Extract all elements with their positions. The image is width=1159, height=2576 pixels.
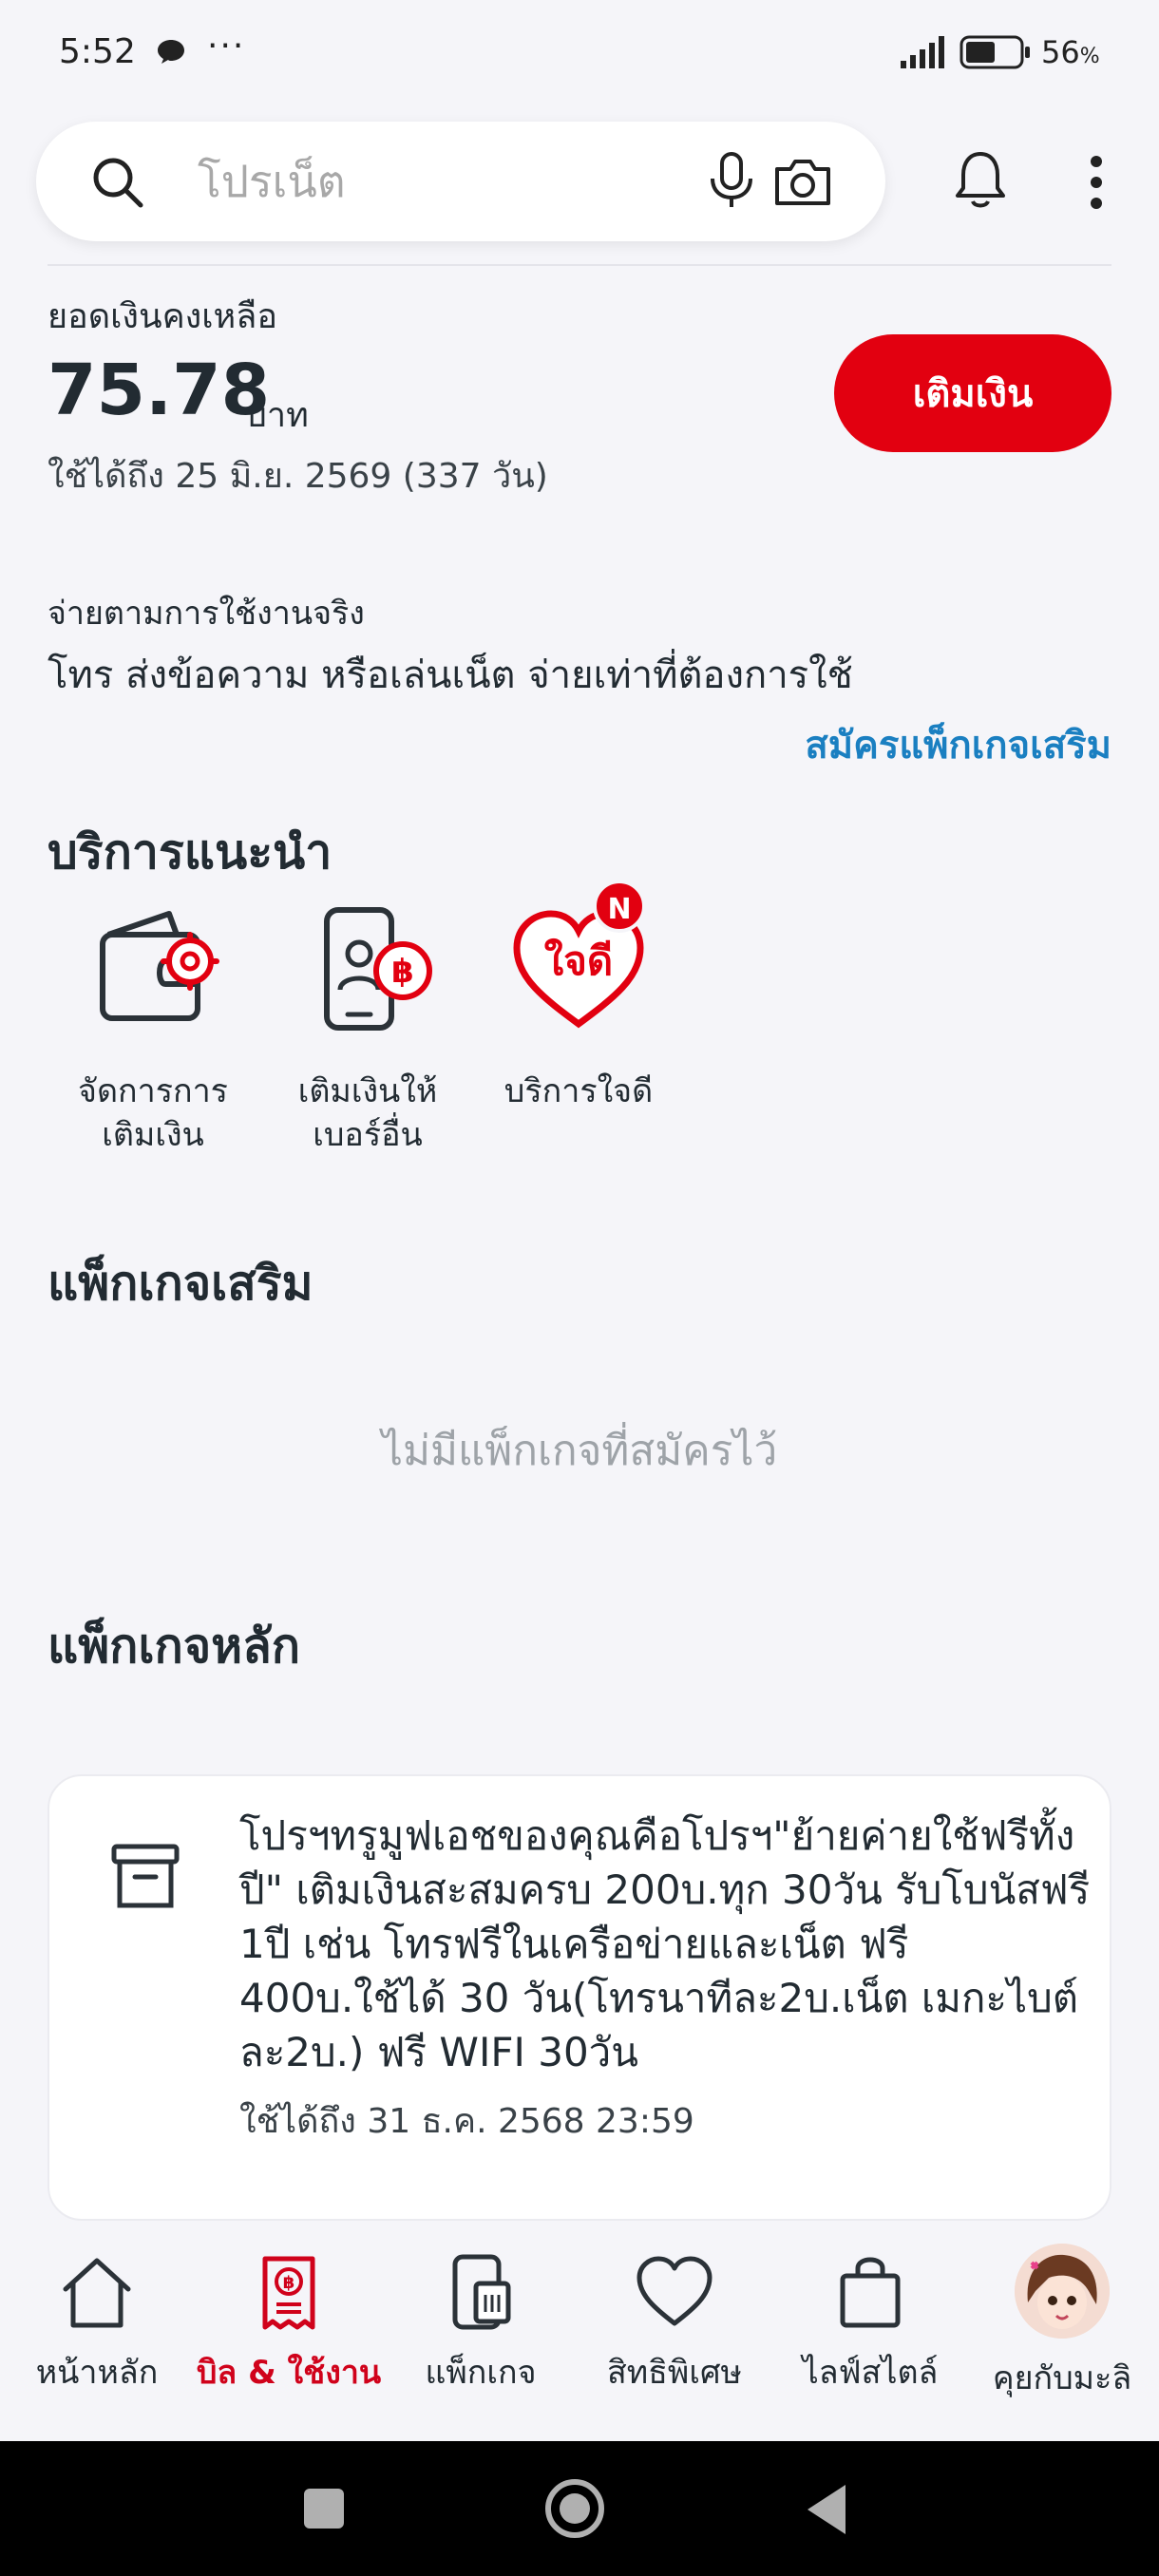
nav-chat-mali[interactable]: คุยกับมะลิ (965, 2244, 1159, 2403)
camera-icon[interactable] (771, 156, 834, 209)
signal-icon (901, 36, 944, 68)
chat-bubble-icon (158, 40, 184, 64)
microphone-icon[interactable] (705, 150, 758, 211)
nav-privileges[interactable]: สิทธิพิเศษ (578, 2251, 771, 2397)
subscribe-addon-link[interactable]: สมัครแพ็กเกจเสริม (805, 714, 1112, 775)
svg-text:฿: ฿ (391, 953, 414, 991)
back-button[interactable] (808, 2485, 846, 2534)
system-nav-bar (0, 2441, 1159, 2576)
more-options-icon[interactable] (1085, 152, 1108, 213)
search-bar[interactable] (36, 122, 885, 241)
phone-baht-icon: ฿ (324, 907, 432, 1031)
battery-percent: 56% (1041, 34, 1100, 70)
status-bar: 5:52 ··· 56% (0, 0, 1159, 106)
notification-bell-icon[interactable] (950, 148, 1011, 213)
svg-text:฿: ฿ (283, 2273, 295, 2293)
nav-label: แพ็กเกจ (425, 2354, 537, 2392)
package-description: โปรฯทรูมูฟเอชของคุณคือโปรฯ"ย้ายค่ายใช้ฟร… (239, 1812, 1091, 2075)
nav-label: คุยกับมะลิ (992, 2359, 1132, 2397)
bill-icon: ฿ (262, 2256, 315, 2330)
more-notifications-icon: ··· (207, 27, 246, 66)
wallet-gear-icon (100, 911, 219, 1021)
nav-label: หน้าหลัก (35, 2354, 159, 2392)
jaidee-heart-icon: ใจดี N (507, 880, 650, 1035)
service-label: จัดการการ เติมเงิน (78, 1072, 228, 1154)
status-time: 5:52 (59, 32, 136, 71)
recent-apps-button[interactable] (304, 2489, 344, 2529)
nav-label: ไลฟ์สไตล์ (802, 2354, 939, 2392)
main-package-card[interactable]: โปรฯทรูมูฟเอชของคุณคือโปรฯ"ย้ายค่ายใช้ฟร… (48, 1774, 1112, 2221)
balance-unit: บาท (245, 396, 309, 435)
heart-icon (636, 2256, 712, 2326)
package-expiry: ใช้ได้ถึง 31 ธ.ค. 2568 23:59 (239, 2102, 694, 2141)
nav-bill-usage[interactable]: ฿ บิล & ใช้งาน (192, 2251, 386, 2397)
avatar (1015, 2244, 1110, 2339)
service-jaidee[interactable]: ใจดี N บริการใจดี (473, 880, 684, 1113)
home-icon (63, 2258, 131, 2328)
nav-label: สิทธิพิเศษ (607, 2354, 742, 2392)
jaidee-heart-text: ใจดี (544, 938, 613, 984)
sim-phone-icon (452, 2254, 511, 2330)
bottom-nav: หน้าหลัก ฿ บิล & ใช้งาน แพ็กเกจ สิทธิพิเ… (0, 2223, 1159, 2441)
home-button[interactable] (545, 2479, 604, 2538)
service-topup-other[interactable]: ฿ เติมเงินให้ เบอร์อื่น (262, 902, 473, 1157)
shopping-bag-icon (840, 2257, 901, 2328)
payg-description: โทร ส่งข้อความ หรือเล่นเน็ต จ่ายเท่าที่ต… (48, 653, 853, 697)
battery-icon (960, 35, 1030, 69)
new-badge: N (593, 880, 646, 933)
balance-expiry: ใช้ได้ถึง 25 มิ.ย. 2569 (337 วัน) (48, 457, 548, 496)
recommended-services-title: บริการแนะนำ (48, 824, 332, 880)
search-input[interactable] (198, 148, 692, 215)
topup-button[interactable]: เติมเงิน (834, 334, 1112, 452)
nav-label: บิล & ใช้งาน (196, 2354, 382, 2392)
archive-box-icon (111, 1844, 180, 1908)
addon-packages-title: แพ็กเกจเสริม (48, 1256, 314, 1311)
payg-title: จ่ายตามการใช้งานจริง (48, 595, 365, 633)
service-manage-topup[interactable]: จัดการการ เติมเงิน (48, 902, 258, 1157)
header-divider (48, 264, 1112, 266)
nav-packages[interactable]: แพ็กเกจ (384, 2251, 578, 2397)
balance-label: ยอดเงินคงเหลือ (48, 297, 277, 336)
nav-lifestyle[interactable]: ไลฟ์สไตล์ (773, 2251, 967, 2397)
balance-amount: 75.78 (48, 350, 271, 431)
service-label: บริการใจดี (504, 1072, 654, 1110)
service-label: เติมเงินให้ เบอร์อื่น (297, 1072, 438, 1154)
nav-home[interactable]: หน้าหลัก (0, 2251, 194, 2397)
addon-empty-text: ไม่มีแพ็กเกจที่สมัครไว้ (381, 1427, 778, 1475)
main-packages-title: แพ็กเกจหลัก (48, 1619, 300, 1674)
search-icon[interactable] (89, 154, 146, 211)
